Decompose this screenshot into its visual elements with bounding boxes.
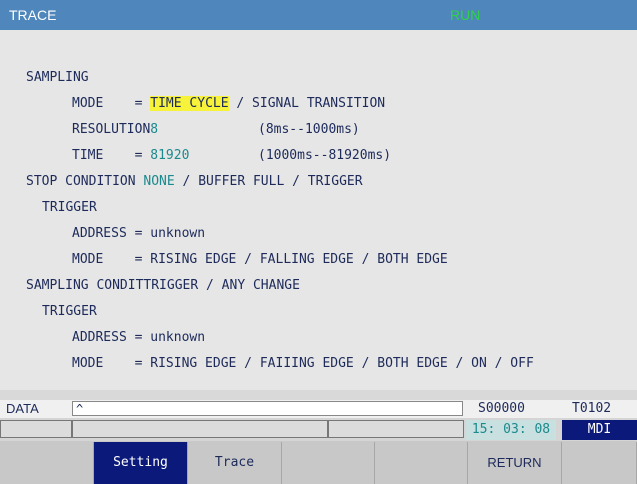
mode-indicator: MDI <box>562 420 637 440</box>
softkey-trace[interactable]: Trace <box>188 442 282 484</box>
stop-condition-selected[interactable]: NONE <box>143 174 174 189</box>
sampling-heading: SAMPLING <box>26 70 89 85</box>
resolution-value[interactable]: 8 <box>150 122 158 137</box>
sampling-condition-row[interactable]: SAMPLING CONDITTRIGGER / ANY CHANGE <box>26 278 300 294</box>
softkey-7[interactable] <box>562 442 637 484</box>
softkey-bar: Setting Trace RETURN <box>0 441 637 484</box>
resolution-label: RESOLUTION <box>72 122 151 137</box>
separator-bar <box>0 390 637 400</box>
softkey-4[interactable] <box>282 442 375 484</box>
trigger-address-1[interactable]: ADDRESS = unknown <box>72 226 205 242</box>
trigger-address-2[interactable]: ADDRESS = unknown <box>72 330 205 346</box>
resolution-range: (8ms--1000ms) <box>258 122 360 137</box>
softkey-1[interactable] <box>0 442 94 484</box>
sampling-mode-label: MODE = <box>72 96 151 111</box>
sampling-mode-selected[interactable]: TIME CYCLE <box>150 96 229 111</box>
data-line: DATA ^ S00000 T0102 <box>0 400 637 418</box>
s-code: S00000 <box>478 401 525 416</box>
resolution-row: RESOLUTION8 <box>72 122 158 138</box>
trigger-mode-1[interactable]: MODE = RISING EDGE / FALLING EDGE / BOTH… <box>72 252 448 268</box>
sampling-mode-row: MODE = TIME CYCLE / SIGNAL TRANSITION <box>72 96 385 112</box>
trigger-heading-2: TRIGGER <box>42 304 97 319</box>
trigger-mode-2[interactable]: MODE = RISING EDGE / FAIIING EDGE / BOTH… <box>72 356 534 372</box>
trace-settings-panel: SAMPLING MODE = TIME CYCLE / SIGNAL TRAN… <box>0 30 637 400</box>
status-cell-3 <box>328 420 464 438</box>
time-range: (1000ms--81920ms) <box>258 148 392 163</box>
status-cell-1 <box>0 420 72 438</box>
trigger-heading-1: TRIGGER <box>42 200 97 215</box>
stop-condition-row: STOP CONDITION NONE / BUFFER FULL / TRIG… <box>26 174 363 190</box>
clock-display: 15: 03: 08 <box>466 420 556 440</box>
stop-condition-label: STOP CONDITION <box>26 174 144 189</box>
t-code: T0102 <box>572 401 612 416</box>
time-row: TIME = 81920 <box>72 148 189 164</box>
time-label: TIME = <box>72 148 151 163</box>
stop-condition-options[interactable]: / BUFFER FULL / TRIGGER <box>175 174 363 189</box>
data-input[interactable]: ^ <box>72 401 463 416</box>
title-bar: TRACE RUN <box>0 0 637 30</box>
softkey-return[interactable]: RETURN <box>468 442 562 484</box>
time-value[interactable]: 81920 <box>150 148 189 163</box>
screen-title: TRACE <box>9 7 57 23</box>
run-status: RUN <box>450 7 481 23</box>
sampling-mode-options[interactable]: / SIGNAL TRANSITION <box>229 96 385 111</box>
softkey-5[interactable] <box>375 442 468 484</box>
data-label: DATA <box>6 401 39 416</box>
softkey-setting[interactable]: Setting <box>94 442 188 484</box>
status-cell-2 <box>72 420 328 438</box>
